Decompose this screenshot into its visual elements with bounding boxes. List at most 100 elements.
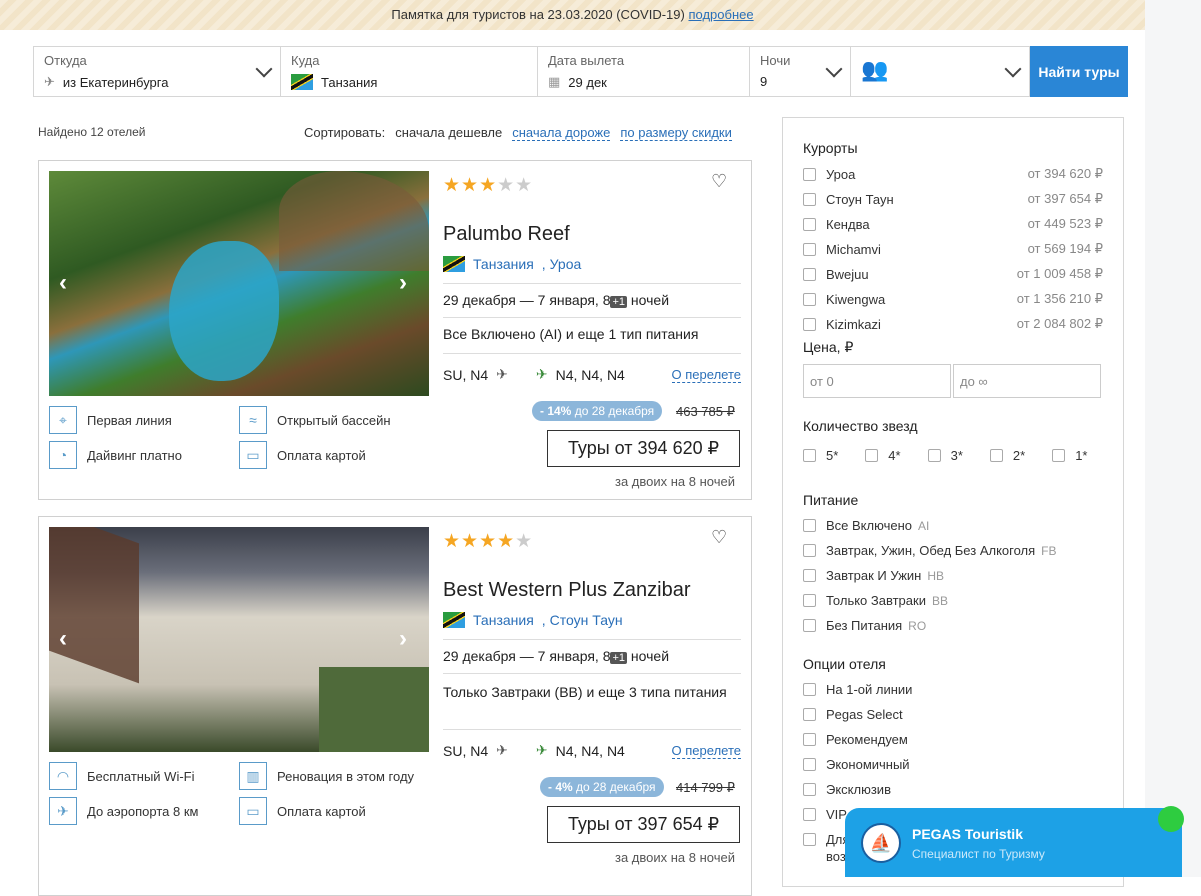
hotel-option[interactable]: Эксклюзив: [803, 782, 1103, 797]
to-field[interactable]: Куда Танзания: [280, 46, 537, 97]
checkbox[interactable]: [803, 519, 816, 532]
chat-widget[interactable]: ⛵ PEGAS Touristik Специалист по Туризму: [845, 806, 1184, 877]
date-value: 29 дек: [568, 74, 607, 90]
meal-option[interactable]: Все Включено AI: [803, 518, 1103, 533]
option-label: Pegas Select: [826, 707, 903, 722]
hotel-card[interactable]: ‹ › ◠ Бесплатный Wi-Fi ▥ Реновация в этом …: [38, 516, 752, 896]
resort-option[interactable]: Bwejuu от 1 009 458 ₽: [803, 266, 1103, 282]
star-option[interactable]: 1*: [1052, 448, 1087, 463]
checkbox[interactable]: [803, 683, 816, 696]
resort-option[interactable]: Стоун Таун от 397 654 ₽: [803, 191, 1103, 207]
hotel-option[interactable]: Pegas Select: [803, 707, 1103, 722]
resort-price: от 569 194 ₽: [1027, 241, 1103, 256]
flight-info-link[interactable]: О перелете: [671, 367, 741, 383]
hotel-location[interactable]: Танзания, Стоун Таун: [443, 612, 623, 628]
checkbox[interactable]: [803, 833, 816, 846]
star-option[interactable]: 2*: [989, 448, 1025, 463]
price-button[interactable]: Туры от 394 620 ₽: [547, 430, 740, 467]
checkbox[interactable]: [803, 192, 816, 206]
resort-option[interactable]: Уроа от 394 620 ₽: [803, 166, 1103, 182]
tourists-field[interactable]: 👥: [850, 46, 1030, 97]
resort-option[interactable]: Michamvi от 569 194 ₽: [803, 241, 1103, 257]
hotel-option[interactable]: На 1-ой линии: [803, 682, 1103, 697]
from-value: из Екатеринбурга: [62, 74, 169, 90]
favorite-heart-icon[interactable]: ♡: [711, 171, 727, 192]
hotel-location[interactable]: Танзания, Уроа: [443, 256, 581, 272]
feature-item: ≈ Открытый бассейн: [239, 406, 391, 434]
meal-option[interactable]: Завтрак, Ужин, Обед Без Алкоголя FB: [803, 543, 1103, 558]
meal-row: Все Включено (AI) и еще 1 тип питания: [443, 317, 741, 353]
hotel-name[interactable]: Palumbo Reef: [443, 223, 570, 246]
chat-title: PEGAS Touristik: [912, 826, 1023, 842]
checkbox[interactable]: [803, 594, 816, 607]
notice-link[interactable]: подробнее: [688, 7, 753, 22]
next-photo-icon[interactable]: ›: [399, 269, 407, 297]
option-label: Рекомендуем: [826, 732, 908, 747]
checkbox[interactable]: [803, 783, 816, 796]
price-note: за двоих на 8 ночей: [615, 474, 736, 489]
hotel-photo[interactable]: ‹ ›: [49, 527, 429, 752]
from-field[interactable]: Откуда ✈ из Екатеринбурга: [33, 46, 280, 97]
price-title: Цена, ₽: [803, 339, 854, 355]
plus-night-badge: +1: [610, 652, 628, 664]
star-option[interactable]: 5*: [803, 448, 838, 463]
price-to-input[interactable]: до ∞: [953, 364, 1101, 398]
dates-row: 29 декабря — 7 января, 8 +1 ночей: [443, 639, 741, 673]
checkbox[interactable]: [803, 317, 816, 331]
tanzania-flag-icon: [443, 256, 465, 272]
checkbox[interactable]: [803, 758, 816, 771]
sort-expensive[interactable]: сначала дороже: [512, 125, 611, 141]
sort-cheaper[interactable]: сначала дешевле: [395, 125, 502, 141]
checkbox[interactable]: [803, 242, 816, 256]
checkbox[interactable]: [1052, 449, 1066, 462]
checkbox[interactable]: [803, 449, 816, 462]
flight-back: N4, N4, N4: [555, 366, 625, 383]
hotel-option[interactable]: Экономичный: [803, 757, 1103, 772]
meal-abbr: HB: [927, 568, 945, 583]
resort-option[interactable]: Kizimkazi от 2 084 802 ₽: [803, 316, 1103, 332]
checkbox[interactable]: [803, 619, 816, 632]
checkbox[interactable]: [989, 449, 1003, 462]
next-photo-icon[interactable]: ›: [399, 625, 407, 653]
resort-option[interactable]: Кендва от 449 523 ₽: [803, 216, 1103, 232]
checkbox[interactable]: [803, 167, 816, 181]
checkbox[interactable]: [803, 544, 816, 557]
checkbox[interactable]: [803, 292, 816, 306]
meal-option[interactable]: Без Питания RO: [803, 618, 1103, 633]
prev-photo-icon[interactable]: ‹: [59, 625, 67, 653]
star-option[interactable]: 4*: [865, 448, 901, 463]
price-from-input[interactable]: от 0: [803, 364, 951, 398]
prev-photo-icon[interactable]: ‹: [59, 269, 67, 297]
tanzania-flag-icon: [443, 612, 465, 628]
favorite-heart-icon[interactable]: ♡: [711, 527, 727, 548]
flight-info-link[interactable]: О перелете: [671, 743, 741, 759]
checkbox[interactable]: [803, 569, 816, 582]
plane-return-icon: ✈: [535, 742, 548, 758]
checkbox[interactable]: [803, 733, 816, 746]
star-option[interactable]: 3*: [927, 448, 963, 463]
checkbox[interactable]: [803, 808, 816, 821]
checkbox[interactable]: [803, 267, 816, 281]
hotel-photo[interactable]: ‹ ›: [49, 171, 429, 396]
sort-discount[interactable]: по размеру скидки: [620, 125, 732, 141]
hotel-name[interactable]: Best Western Plus Zanzibar: [443, 579, 691, 602]
checkbox[interactable]: [865, 449, 879, 462]
nights-field[interactable]: Ночи 9: [749, 46, 850, 97]
date-label: Дата вылета: [548, 53, 625, 68]
date-field[interactable]: Дата вылета ▦ 29 дек: [537, 46, 749, 97]
search-button[interactable]: Найти туры: [1030, 46, 1128, 97]
meal-option[interactable]: Завтрак И Ужин HB: [803, 568, 1103, 583]
resort-option[interactable]: Kiwengwa от 1 356 210 ₽: [803, 291, 1103, 307]
checkbox[interactable]: [803, 708, 816, 721]
price-button[interactable]: Туры от 397 654 ₽: [547, 806, 740, 843]
feature-label: Реновация в этом году: [277, 768, 415, 784]
flight-back: N4, N4, N4: [555, 742, 625, 759]
feature-item: ⌖ Первая линия: [49, 406, 172, 434]
feature-label: Первая линия: [87, 412, 172, 428]
resorts-title: Курорты: [803, 140, 858, 156]
hotel-option[interactable]: Рекомендуем: [803, 732, 1103, 747]
checkbox[interactable]: [927, 449, 941, 462]
hotel-card[interactable]: ‹ › ⌖ Первая линия ≈ Открытый бассейн ◔ Дай…: [38, 160, 752, 500]
meal-option[interactable]: Только Завтраки BB: [803, 593, 1103, 608]
checkbox[interactable]: [803, 217, 816, 231]
